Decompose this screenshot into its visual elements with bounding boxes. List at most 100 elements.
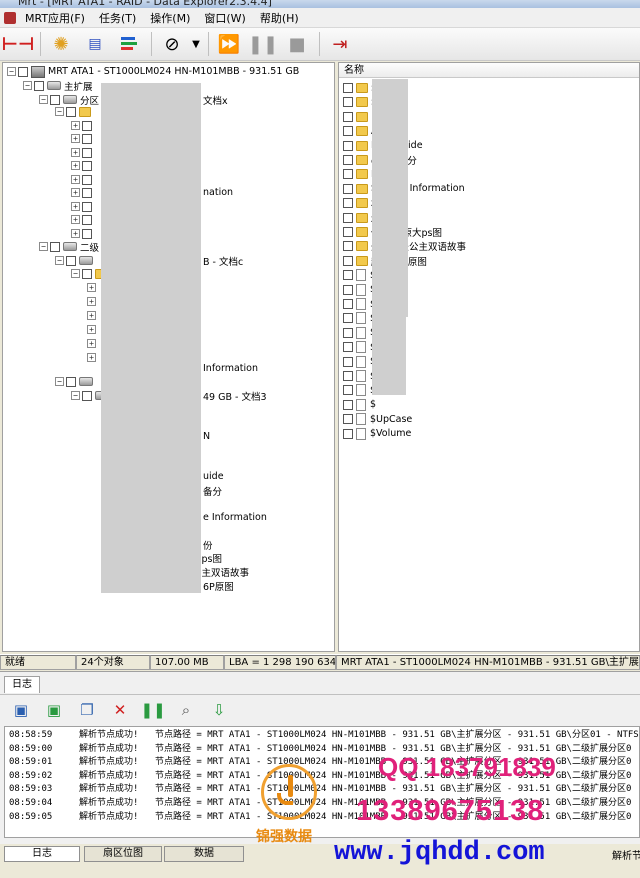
collapse-icon[interactable]: − <box>55 107 64 116</box>
expand-icon[interactable]: + <box>71 202 80 211</box>
tree-node-child[interactable]: + <box>71 227 95 240</box>
expand-icon[interactable]: + <box>87 297 96 306</box>
tree-node-child[interactable]: + <box>87 351 98 364</box>
expand-icon[interactable]: + <box>87 339 96 348</box>
checkbox[interactable] <box>82 147 92 158</box>
tree-node-child[interactable]: + <box>71 173 95 186</box>
tab-data[interactable]: 数据 <box>164 846 244 862</box>
checkbox[interactable] <box>343 83 353 93</box>
collapse-icon[interactable]: − <box>7 67 16 76</box>
checkbox[interactable] <box>50 94 60 105</box>
partition-tree[interactable]: − MRT ATA1 - ST1000LM024 HN-M101MBB - 93… <box>2 62 335 652</box>
collapse-icon[interactable]: − <box>39 242 48 251</box>
file-row[interactable]: $ <box>343 398 376 412</box>
tree-node-child[interactable]: + <box>87 309 98 322</box>
checkbox[interactable] <box>66 376 76 387</box>
tree-node-child[interactable]: + <box>87 323 98 336</box>
expand-icon[interactable]: + <box>87 325 96 334</box>
collapse-icon[interactable]: − <box>71 269 80 278</box>
checkbox[interactable] <box>82 228 92 239</box>
checkbox[interactable] <box>343 140 353 151</box>
checkbox[interactable] <box>82 174 92 185</box>
checkbox[interactable] <box>18 66 28 77</box>
menu-app[interactable]: MRT应用(F) <box>18 10 92 26</box>
checkbox[interactable] <box>343 428 353 439</box>
checkbox[interactable] <box>343 169 353 180</box>
tree-node-child[interactable]: + <box>87 337 98 350</box>
expand-icon[interactable]: + <box>71 121 80 130</box>
checkbox[interactable] <box>343 313 353 324</box>
tab-log[interactable]: 日志 <box>4 846 80 862</box>
connect-icon[interactable]: ⊢⊣ <box>2 30 35 58</box>
tree-node-partition[interactable]: − <box>55 254 96 267</box>
pause-icon[interactable]: ❚❚ <box>140 699 165 721</box>
file-row[interactable]: $UpCase <box>343 412 412 426</box>
checkbox[interactable] <box>343 227 353 237</box>
expand-icon[interactable]: + <box>87 311 96 320</box>
expand-icon[interactable]: + <box>71 148 80 157</box>
stop-icon[interactable]: ■ <box>281 30 313 58</box>
checkbox[interactable] <box>343 126 353 137</box>
checkbox[interactable] <box>66 255 76 266</box>
checkbox[interactable] <box>343 342 353 353</box>
checkbox[interactable] <box>343 385 353 396</box>
checkbox[interactable] <box>343 284 353 295</box>
search-icon[interactable]: ⌕ <box>175 699 197 721</box>
collapse-icon[interactable]: − <box>39 95 48 104</box>
log-tab[interactable]: 日志 <box>4 676 40 693</box>
tree-node-disk[interactable]: − MRT ATA1 - ST1000LM024 HN-M101MBB - 93… <box>7 65 299 78</box>
checkbox[interactable] <box>343 414 353 425</box>
collapse-icon[interactable]: − <box>23 81 32 90</box>
expand-icon[interactable]: + <box>87 283 96 292</box>
tree-node-child[interactable]: + <box>87 281 98 294</box>
column-header-name[interactable]: 名称 <box>339 63 639 78</box>
checkbox[interactable] <box>82 133 92 144</box>
gear-icon[interactable]: ✺ <box>45 30 77 58</box>
tree-node-child[interactable]: + <box>71 213 95 226</box>
menu-operation[interactable]: 操作(M) <box>143 10 197 26</box>
tree-node-child[interactable]: + <box>87 295 98 308</box>
checkbox[interactable] <box>82 120 92 131</box>
checkbox[interactable] <box>82 268 92 279</box>
tree-node-child[interactable]: + <box>71 200 95 213</box>
tree-node-extended[interactable]: − 主扩展 <box>23 79 93 93</box>
checkbox[interactable] <box>343 255 353 266</box>
dropdown-arrow-icon[interactable]: ▼ <box>190 30 202 58</box>
checkbox[interactable] <box>82 390 92 401</box>
expand-icon[interactable]: + <box>71 215 80 224</box>
tab-sector-bitmap[interactable]: 扇区位图 <box>84 846 162 862</box>
save-icon[interactable]: ▣ <box>10 699 32 721</box>
collapse-icon[interactable]: − <box>55 256 64 265</box>
pause-icon[interactable]: ❚❚ <box>247 30 279 58</box>
checkbox[interactable] <box>343 212 353 223</box>
palette-icon[interactable] <box>113 30 145 58</box>
expand-icon[interactable]: + <box>71 175 80 184</box>
checkbox[interactable] <box>82 201 92 212</box>
tree-node-folder[interactable]: − <box>55 105 94 118</box>
checkbox[interactable] <box>343 399 353 410</box>
checkbox[interactable] <box>343 111 353 122</box>
tree-node-secondary-extended[interactable]: − 二级 <box>39 240 99 254</box>
delete-icon[interactable]: ✕ <box>109 699 131 721</box>
save-green-icon[interactable]: ▣ <box>43 699 65 721</box>
tree-node-child[interactable]: + <box>71 132 95 145</box>
tree-node-child[interactable]: + <box>71 146 95 159</box>
tree-node-child[interactable]: + <box>71 159 95 172</box>
checkbox[interactable] <box>343 198 353 209</box>
expand-icon[interactable]: + <box>71 161 80 170</box>
file-row[interactable]: . <box>343 110 374 124</box>
checkbox[interactable] <box>343 270 353 281</box>
copy-icon[interactable]: ❐ <box>76 699 98 721</box>
checkbox[interactable] <box>343 183 353 194</box>
checkbox[interactable] <box>343 299 353 309</box>
menu-task[interactable]: 任务(T) <box>92 10 143 26</box>
checkbox[interactable] <box>82 214 92 225</box>
play-icon[interactable]: ⏩ <box>213 30 245 58</box>
menu-window[interactable]: 窗口(W) <box>197 10 252 26</box>
checkbox[interactable] <box>82 160 92 171</box>
expand-icon[interactable]: + <box>71 229 80 238</box>
checkbox[interactable] <box>343 371 353 381</box>
exit-icon[interactable]: ⇥ <box>324 30 356 58</box>
log-row[interactable]: 08:58:59 解析节点成功! 节点路径 = MRT ATA1 - ST1000L… <box>9 729 639 742</box>
checkbox[interactable] <box>343 356 353 367</box>
